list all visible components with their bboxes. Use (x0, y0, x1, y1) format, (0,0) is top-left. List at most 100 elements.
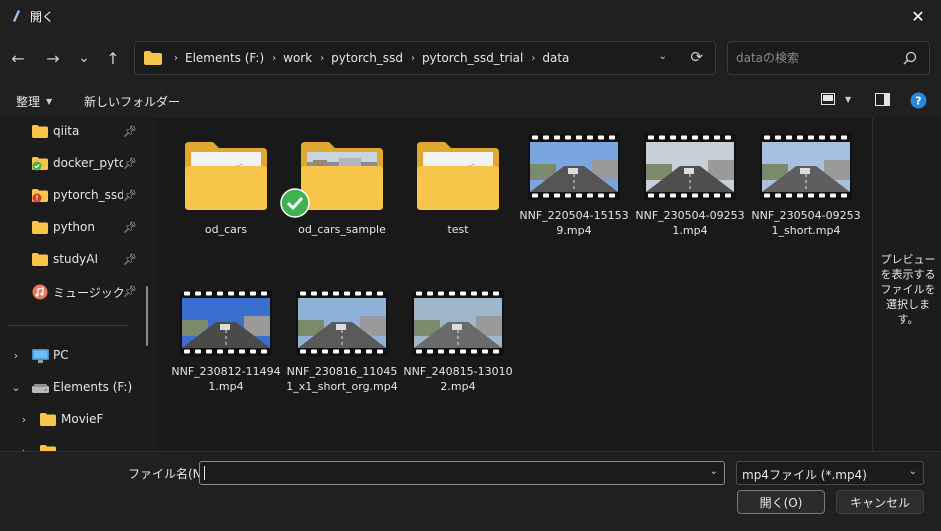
navigation-bar: ← → ⌄ ↑ › Elements (F:) › work › pytorch_ssd ›… (0, 32, 941, 84)
sidebar-scrollbar[interactable] (146, 286, 148, 346)
chevron-right-icon[interactable]: › (10, 349, 22, 362)
preview-message: プレビューを表示するファイルを選択します。 (880, 253, 936, 326)
up-button[interactable]: ↑ (100, 45, 126, 71)
chevron-right-icon[interactable]: › (531, 53, 535, 64)
file-name-label: NNF_230812-114941.mp4 (171, 365, 281, 393)
pen-icon (8, 8, 24, 24)
sidebar-item-studyai[interactable]: studyAI 📌︎ (0, 246, 148, 274)
sidebar-item-pytorch-ssd[interactable]: pytorch_ssd_ 📌︎ (0, 182, 148, 210)
organize-label: 整理 (16, 95, 41, 109)
search-box[interactable] (727, 41, 930, 75)
organize-button[interactable]: 整理 ▼ (16, 93, 52, 110)
chevron-right-icon[interactable]: › (174, 53, 178, 64)
breadcrumb-item[interactable]: Elements (F:) (185, 51, 264, 65)
arrow-left-icon: ← (11, 48, 25, 68)
drive-icon (32, 384, 49, 393)
sync-ok-icon (280, 188, 310, 221)
chevron-down-icon[interactable]: ⌄ (710, 466, 718, 477)
pin-icon[interactable]: 📌︎ (123, 157, 137, 170)
preview-pane: プレビューを表示するファイルを選択します。 (872, 118, 941, 451)
back-button[interactable]: ← (5, 45, 31, 71)
pin-icon[interactable]: 📌︎ (123, 221, 137, 234)
arrow-up-icon: ↑ (106, 48, 120, 68)
video-thumbnail-icon (634, 132, 746, 200)
breadcrumb: › Elements (F:) › work › pytorch_ssd › pytorch_… (166, 51, 569, 65)
sidebar-item-label: ミュージック (53, 286, 123, 300)
sidebar-item-label: studyAI (53, 252, 99, 266)
pc-icon (32, 349, 49, 363)
close-button[interactable]: ✕ (895, 0, 941, 32)
filetype-value: mp4ファイル (*.mp4) (742, 468, 867, 482)
breadcrumb-item[interactable]: pytorch_ssd (331, 51, 403, 65)
chevron-down-icon[interactable]: ⌄ (659, 51, 667, 62)
tree-item-elements-drive[interactable]: ⌄ Elements (F:) (0, 374, 148, 402)
tree-item-pc[interactable]: › PC (0, 342, 148, 370)
pin-icon[interactable]: 📌︎ (123, 253, 137, 266)
chevron-right-icon[interactable]: › (411, 53, 415, 64)
breadcrumb-item[interactable]: data (542, 51, 569, 65)
dialog-footer: ファイル名(N): ⌄ mp4ファイル (*.mp4) ⌄ 開く(O) キャンセ… (0, 451, 941, 531)
folder-icon (170, 132, 282, 212)
pin-icon[interactable]: 📌︎ (123, 285, 137, 298)
address-bar[interactable]: › Elements (F:) › work › pytorch_ssd › pytorch_… (134, 41, 716, 75)
folder-icon (402, 132, 514, 212)
divider (8, 325, 128, 326)
recent-locations-button[interactable]: ⌄ (71, 45, 97, 71)
folder-icon (32, 157, 48, 171)
file-list[interactable]: od_cars od_cars_sample test NNF_220504-1… (156, 118, 872, 451)
tree-item-label: MovieF (61, 412, 104, 426)
folder-icon (32, 189, 48, 203)
sidebar-item-label: pytorch_ssd_ (53, 188, 123, 202)
close-icon: ✕ (911, 6, 925, 26)
forward-button[interactable]: → (40, 45, 66, 71)
pin-icon[interactable]: 📌︎ (123, 125, 137, 138)
file-name-label: NNF_230816_110451_x1_short_org.mp4 (286, 365, 398, 393)
title-bar: 開く ✕ (0, 0, 941, 32)
arrow-right-icon: → (46, 48, 60, 68)
window-title: 開く (30, 9, 55, 24)
open-button[interactable]: 開く(O) (737, 490, 825, 514)
tree-item-partial[interactable]: › (0, 438, 148, 451)
navigation-pane: qiita 📌︎ docker_pytorch 📌︎ pytorch_ssd_ … (0, 118, 156, 451)
chevron-down-icon: ⌄ (908, 466, 917, 477)
filename-input[interactable] (204, 465, 694, 481)
breadcrumb-item[interactable]: pytorch_ssd_trial (422, 51, 523, 65)
sidebar-item-python[interactable]: python 📌︎ (0, 214, 148, 242)
file-name-label: NNF_220504-151539.mp4 (519, 209, 629, 237)
folder-icon (144, 51, 162, 65)
video-thumbnail-icon (170, 288, 282, 356)
view-options-icon[interactable] (821, 93, 835, 105)
sidebar-item-docker-pytorch[interactable]: docker_pytorch 📌︎ (0, 150, 148, 178)
chevron-right-icon[interactable]: › (320, 53, 324, 64)
file-name-label: NNF_230504-092531.mp4 (635, 209, 745, 237)
new-folder-button[interactable]: 新しいフォルダー (84, 93, 180, 110)
file-name-label: od_cars_sample (298, 223, 386, 236)
filetype-select[interactable]: mp4ファイル (*.mp4) ⌄ (736, 461, 924, 485)
file-name-label: od_cars (204, 223, 248, 236)
breadcrumb-item[interactable]: work (283, 51, 312, 65)
video-thumbnail-icon (750, 132, 862, 200)
search-icon (903, 51, 917, 65)
chevron-right-icon[interactable]: › (18, 413, 30, 426)
pin-icon[interactable]: 📌︎ (123, 189, 137, 202)
help-icon[interactable]: ? (910, 92, 927, 109)
sidebar-item-label: docker_pytorch (53, 156, 123, 170)
search-input[interactable] (736, 50, 896, 66)
file-name-label: NNF_230504-092531_short.mp4 (751, 209, 861, 237)
preview-pane-icon[interactable] (875, 93, 890, 106)
file-name-label: test (447, 223, 469, 236)
refresh-icon[interactable]: ⟳ (690, 48, 703, 66)
tree-item-movief[interactable]: › MovieF (0, 406, 148, 434)
caret-down-icon[interactable]: ▼ (845, 95, 851, 104)
chevron-down-icon[interactable]: ⌄ (10, 381, 22, 394)
chevron-right-icon[interactable]: › (272, 53, 276, 64)
sidebar-item-music[interactable]: ミュージック 📌︎ (0, 278, 148, 306)
video-thumbnail-icon (286, 288, 398, 356)
file-name-label: NNF_240815-130102.mp4 (403, 365, 513, 393)
cancel-button[interactable]: キャンセル (836, 490, 924, 514)
folder-icon (32, 253, 48, 266)
sidebar-item-qiita[interactable]: qiita 📌︎ (0, 118, 148, 146)
caret-down-icon: ▼ (46, 97, 53, 106)
sync-ok-icon (32, 161, 42, 171)
filename-combobox[interactable]: ⌄ (199, 461, 725, 485)
